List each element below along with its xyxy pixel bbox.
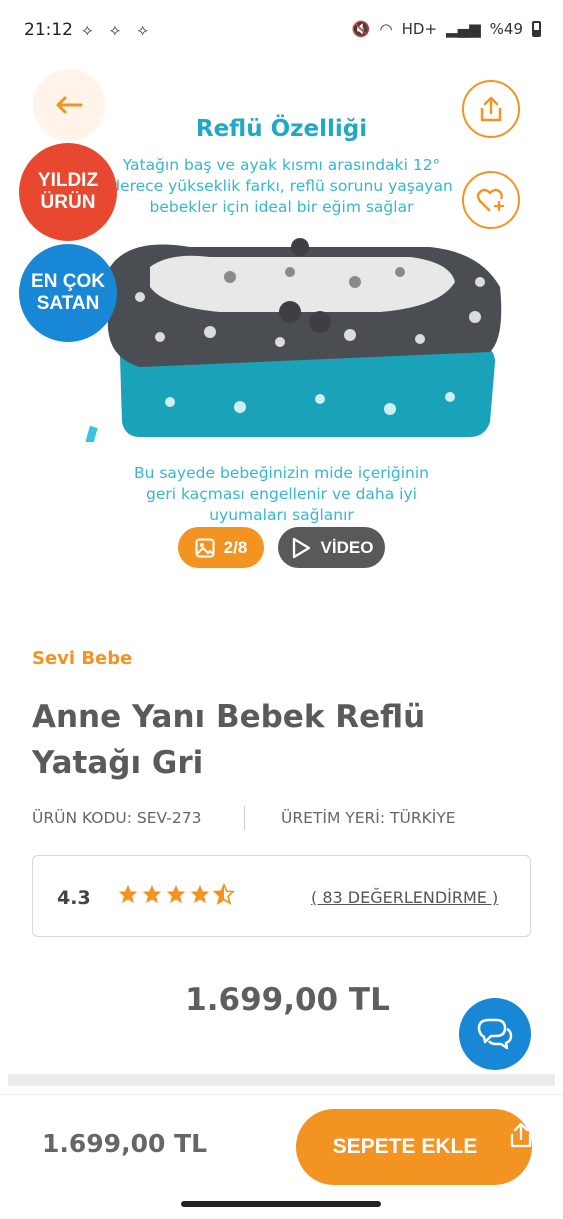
product-origin: ÜRETİM YERİ: TÜRKİYE: [281, 809, 456, 827]
notification-icons: ⟡ ⟡ ⟡: [82, 20, 154, 39]
meta-divider: [244, 806, 245, 830]
signal-icon: ▂▄▆: [446, 20, 481, 38]
section-divider: [8, 1074, 555, 1086]
share-icon[interactable]: [509, 1121, 533, 1149]
star-icon: [166, 884, 186, 904]
star-icon: [190, 884, 210, 904]
heart-plus-icon: [476, 188, 505, 212]
status-bar: 21:12 ⟡ ⟡ ⟡ 🔇 ◠ HD+ ▂▄▆ %49: [0, 0, 563, 62]
wifi-icon: ◠: [379, 20, 393, 38]
star-icon: [118, 884, 138, 904]
gallery-count-button[interactable]: 2/8: [178, 527, 264, 568]
product-title: Anne Yanı Bebek Reflü Yatağı Gri: [32, 699, 426, 781]
star-product-badge: YILDIZ ÜRÜN: [19, 143, 117, 241]
add-to-cart-button[interactable]: SEPETE EKLE: [296, 1109, 532, 1185]
battery-label: %49: [489, 20, 523, 38]
video-button[interactable]: VİDEO: [278, 527, 385, 568]
battery-icon: [532, 21, 541, 37]
back-button[interactable]: [33, 69, 105, 141]
add-to-favorites-button[interactable]: [462, 171, 520, 229]
hero-text-bottom: Bu sayede bebeğinizin mide içeriğinin ge…: [133, 464, 430, 524]
network-label: HD+: [401, 20, 438, 38]
product-bed-image: [85, 238, 502, 442]
rating-box[interactable]: 4.3 ( 83 DEĞERLENDİRME ): [32, 855, 531, 937]
home-indicator[interactable]: [181, 1201, 381, 1207]
best-seller-badge: EN ÇOK SATAN: [19, 244, 117, 342]
bottom-bar: 1.699,00 TL SEPETE EKLE: [0, 1094, 563, 1219]
gallery-count: 2/8: [223, 537, 248, 557]
half-star-icon: [213, 883, 235, 905]
mute-icon: 🔇: [351, 20, 371, 38]
chat-icon: [477, 1018, 513, 1050]
bottom-price: 1.699,00 TL: [42, 1129, 208, 1158]
star-icon: [142, 884, 162, 904]
share-icon: [480, 96, 502, 122]
reviews-link[interactable]: ( 83 DEĞERLENDİRME ): [311, 888, 498, 907]
brand-link[interactable]: Sevi Bebe: [32, 648, 132, 669]
play-icon: [292, 537, 310, 558]
video-label: VİDEO: [320, 537, 374, 557]
product-code: ÜRÜN KODU: SEV-273: [32, 809, 202, 827]
arrow-left-icon: [56, 96, 83, 114]
rating-value: 4.3: [57, 887, 91, 909]
status-time: 21:12: [24, 20, 73, 40]
status-right-icons: 🔇 ◠ HD+ ▂▄▆ %49: [352, 20, 541, 38]
rating-stars: [117, 883, 235, 905]
share-button[interactable]: [462, 80, 520, 138]
image-icon: [195, 538, 215, 557]
live-chat-button[interactable]: [459, 998, 531, 1070]
